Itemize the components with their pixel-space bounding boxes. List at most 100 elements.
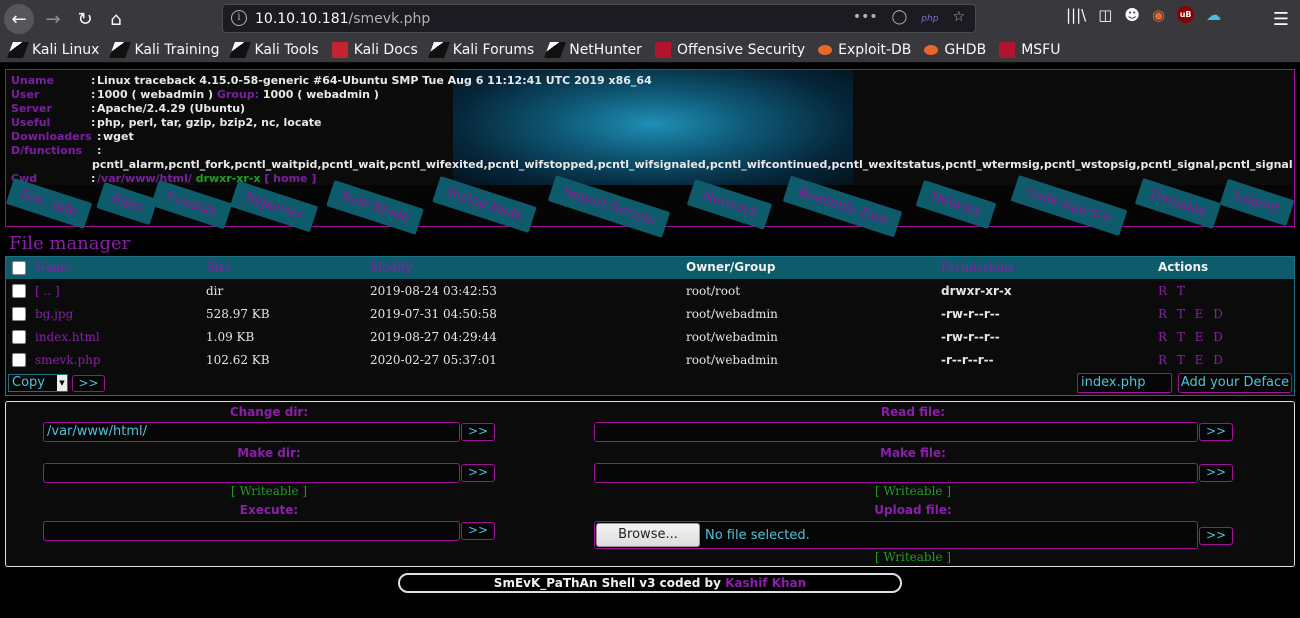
footer-text: SmEvK_PaThAn Shell v3 coded by: [493, 576, 721, 590]
file-size: dir: [206, 284, 224, 298]
read-file-go-button[interactable]: >>: [1199, 423, 1233, 441]
downloaders-label: Downloaders: [11, 130, 92, 143]
make-file-label: Make file:: [880, 446, 946, 460]
library-icon[interactable]: |||\: [1066, 6, 1086, 24]
useful-value: php, perl, tar, gzip, bzip2, nc, locate: [97, 116, 322, 129]
file-name-link[interactable]: smevk.php: [35, 353, 101, 367]
file-permissions[interactable]: -rw-r--r--: [941, 307, 1000, 321]
page-actions-icon[interactable]: •••: [853, 9, 878, 29]
extension-icon[interactable]: ◉: [1152, 6, 1165, 24]
make-dir-go-button[interactable]: >>: [461, 464, 495, 482]
bookmark-kali-tools[interactable]: Kali Tools: [229, 41, 319, 58]
change-dir-input[interactable]: /var/www/html/: [43, 422, 460, 442]
bookmark-label: Kali Training: [134, 41, 220, 58]
back-arrow-icon[interactable]: ←: [4, 4, 34, 34]
cwd-path-link[interactable]: /var/www/html/: [97, 172, 192, 185]
bookmark-label: Kali Tools: [254, 41, 319, 58]
action-go-button[interactable]: >>: [72, 375, 105, 392]
home-icon[interactable]: ⌂: [101, 4, 131, 34]
kali-icon: [109, 41, 132, 58]
file-name-link[interactable]: [ .. ]: [35, 284, 60, 298]
column-permissions[interactable]: Permissions: [941, 260, 1014, 274]
account-icon[interactable]: ☻: [1124, 6, 1140, 24]
action-select[interactable]: Copy ▼: [8, 374, 68, 392]
cloud-icon[interactable]: ☁: [1206, 6, 1221, 24]
bookmark-ghdb[interactable]: GHDB: [924, 42, 986, 58]
tools-panel: Change dir: /var/www/html/ >> Read file:…: [5, 401, 1295, 567]
dropdown-arrow-icon[interactable]: ▼: [57, 375, 67, 391]
execute-go-button[interactable]: >>: [461, 522, 495, 540]
bookmark-star-icon[interactable]: ☆: [952, 9, 965, 29]
change-dir-go-button[interactable]: >>: [461, 423, 495, 441]
bookmark-label: MSFU: [1021, 41, 1061, 58]
file-permissions[interactable]: -rw-r--r--: [941, 330, 1000, 344]
deface-filename-input[interactable]: index.php: [1077, 373, 1172, 393]
bookmark-kali-docs[interactable]: Kali Docs: [331, 41, 418, 58]
upload-go-button[interactable]: >>: [1199, 527, 1233, 545]
bookmark-nethunter[interactable]: NetHunter: [544, 41, 642, 58]
execute-input[interactable]: [43, 521, 460, 541]
row-checkbox[interactable]: [12, 284, 26, 298]
menu-tab-bypasser[interactable]: Bypasser: [229, 180, 319, 233]
file-actions[interactable]: R T E D: [1158, 353, 1226, 367]
file-name-link[interactable]: bg.jpg: [35, 307, 73, 321]
select-all-checkbox[interactable]: [12, 261, 26, 275]
bookmark-kali-training[interactable]: Kali Training: [109, 41, 220, 58]
menu-tab-domains[interactable]: Domains: [1134, 178, 1221, 229]
url-text[interactable]: 10.10.10.181/smevk.php: [255, 11, 430, 27]
row-checkbox[interactable]: [12, 307, 26, 321]
file-upload-input[interactable]: Browse... No file selected.: [594, 521, 1198, 549]
row-checkbox[interactable]: [12, 353, 26, 367]
file-actions[interactable]: R T E D: [1158, 307, 1226, 321]
menu-tab-sec-info[interactable]: Sec. Info: [5, 177, 93, 230]
menu-icon[interactable]: ☰: [1266, 4, 1296, 34]
home-link[interactable]: [ home ]: [264, 172, 316, 185]
menu-tab-safe-mode[interactable]: Safe Mode: [326, 180, 425, 235]
menu-tab-network[interactable]: Network: [686, 179, 773, 230]
browse-button[interactable]: Browse...: [596, 523, 700, 547]
page-info-icon[interactable]: i: [231, 10, 247, 26]
bookmark-kali-linux[interactable]: Kali Linux: [7, 41, 99, 58]
ublock-icon[interactable]: uB: [1177, 6, 1195, 23]
colon: :: [91, 88, 96, 101]
menu-tab-import-scripts[interactable]: Import Scripts: [547, 175, 671, 238]
make-file-input[interactable]: [594, 463, 1198, 483]
menu-tab-files[interactable]: Files: [96, 182, 158, 225]
file-permissions[interactable]: -r--r--r--: [941, 353, 994, 367]
make-file-go-button[interactable]: >>: [1199, 464, 1233, 482]
file-actions[interactable]: R T E D: [1158, 330, 1226, 344]
reload-icon[interactable]: ↻: [70, 4, 100, 34]
menu-tab-readable-dirs[interactable]: Readable Dirs: [782, 175, 903, 238]
menu-tab-logout[interactable]: Logout: [1219, 178, 1295, 227]
file-modified: 2019-08-27 04:29:44: [370, 330, 497, 344]
bookmark-msfu[interactable]: MSFU: [999, 41, 1061, 58]
add-deface-button[interactable]: Add your Deface: [1178, 373, 1292, 393]
file-name-link[interactable]: index.html: [35, 330, 100, 344]
row-checkbox[interactable]: [12, 330, 26, 344]
column-size[interactable]: Size: [206, 260, 231, 274]
bookmark-label: GHDB: [944, 41, 987, 58]
bookmark-offensive-security[interactable]: Offensive Security: [654, 41, 805, 58]
column-modify[interactable]: Modify: [370, 260, 412, 274]
sidebar-icon[interactable]: ◫: [1098, 6, 1112, 24]
make-dir-label: Make dir:: [237, 446, 301, 460]
url-bar[interactable]: i 10.10.10.181/smevk.php ••• ◯ php ☆: [222, 4, 976, 33]
menu-tab-defacer[interactable]: Defacer: [915, 179, 997, 230]
file-actions[interactable]: R T: [1158, 284, 1188, 298]
execute-label: Execute:: [239, 503, 299, 517]
bookmark-exploit-db[interactable]: Exploit-DB: [818, 42, 911, 58]
exploit-db-icon: [818, 44, 833, 55]
read-file-input[interactable]: [594, 422, 1198, 442]
footer-author-link[interactable]: Kashif Khan: [725, 576, 806, 590]
file-permissions[interactable]: drwxr-xr-x: [941, 284, 1012, 298]
menu-tab-code-injector[interactable]: Code Injector: [1010, 175, 1128, 236]
bookmark-kali-forums[interactable]: Kali Forums: [427, 41, 534, 58]
cwd-permission: drwxr-xr-x: [195, 172, 261, 185]
pocket-icon[interactable]: ◯: [892, 9, 908, 29]
menu-tab-console[interactable]: Console: [150, 179, 232, 230]
forward-arrow-icon[interactable]: →: [38, 4, 68, 34]
menu-tab-string-tools[interactable]: String tools: [432, 176, 537, 233]
user-label: User: [11, 88, 40, 101]
column-name[interactable]: Name: [35, 260, 71, 274]
make-dir-input[interactable]: [43, 463, 460, 483]
